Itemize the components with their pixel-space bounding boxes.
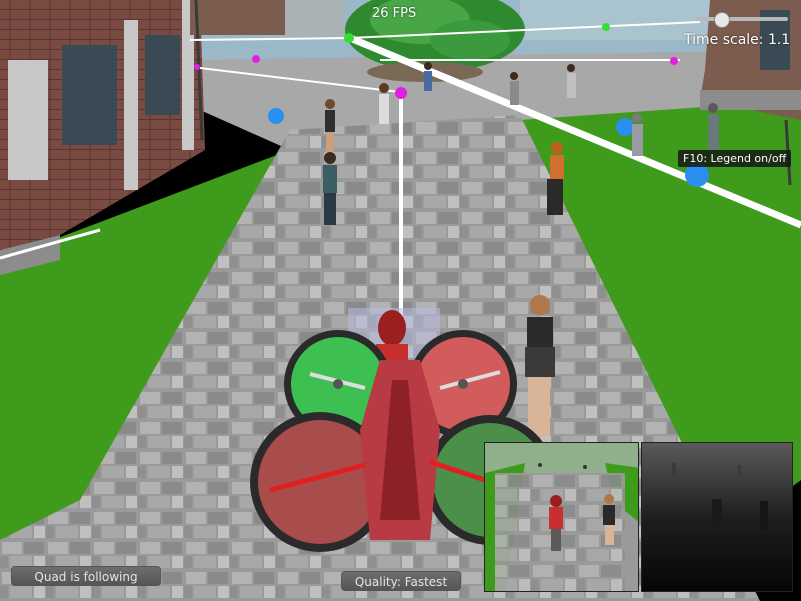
slider-track[interactable] — [694, 17, 788, 21]
sphere-marker-icon — [268, 108, 284, 124]
legend-hint: F10: Legend on/off — [678, 150, 792, 167]
depth-camera-view — [641, 442, 793, 592]
waypoint-dot-icon — [670, 57, 678, 65]
slider-thumb[interactable] — [714, 12, 730, 28]
pedestrian — [510, 72, 519, 105]
waypoint-dot-icon — [252, 55, 260, 63]
pedestrian — [379, 83, 389, 124]
pedestrian — [708, 103, 719, 150]
building-back-center — [285, 0, 345, 38]
quality-button[interactable]: Quality: Fastest — [341, 571, 461, 591]
pedestrian — [549, 495, 563, 551]
waypoint-dot-icon — [602, 23, 610, 31]
fps-counter: 26 FPS — [372, 6, 417, 21]
waypoint-dot-icon — [395, 87, 407, 99]
pedestrian — [424, 62, 432, 91]
time-scale-label: Time scale: 1.1 — [684, 32, 791, 48]
pedestrian — [632, 113, 643, 156]
pedestrian — [567, 64, 576, 98]
rgb-camera-view — [484, 442, 639, 592]
waypoint-dot-icon — [344, 33, 354, 43]
time-scale-slider[interactable] — [694, 12, 788, 28]
waypoint-dot-icon — [194, 64, 200, 70]
pedestrian — [325, 99, 335, 152]
simulator-viewport: 26 FPS Time scale: 1.1 F10: Legend on/of… — [0, 0, 801, 601]
building-back-left — [190, 0, 285, 35]
status-button[interactable]: Quad is following — [11, 566, 161, 586]
sphere-marker-icon — [616, 118, 634, 136]
